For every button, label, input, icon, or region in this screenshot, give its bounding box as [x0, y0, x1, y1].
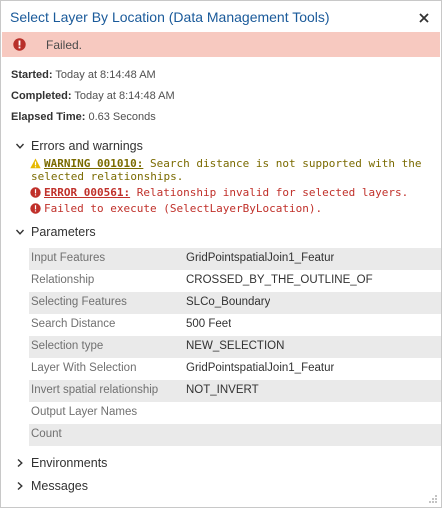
- started-label: Started:: [11, 69, 53, 81]
- completed-label: Completed:: [11, 90, 72, 102]
- chevron-right-icon: [17, 481, 23, 491]
- param-row-output-layer-names: Output Layer Names: [29, 402, 441, 424]
- elapsed-value: 0.63 Seconds: [85, 111, 156, 123]
- error-text: Relationship invalid for selected layers…: [130, 186, 409, 199]
- failed-message: Failed to execute (SelectLayerByLocation…: [44, 202, 323, 215]
- warning-message: WARNING 001010: Search distance is not s…: [44, 157, 422, 170]
- error-code-link[interactable]: ERROR 000561:: [44, 186, 130, 199]
- param-value: GridPointspatialJoin1_Featur: [186, 362, 335, 374]
- param-name: Input Features: [31, 252, 106, 264]
- completed-value: Today at 8:14:48 AM: [71, 90, 175, 102]
- param-value: 500 Feet: [186, 318, 232, 330]
- param-row-layer-with-selection: Layer With Selection GridPointspatialJoi…: [29, 358, 441, 380]
- param-row-relationship: Relationship CROSSED_BY_THE_OUTLINE_OF: [29, 270, 441, 292]
- parameters-table: Input Features GridPointspatialJoin1_Fea…: [29, 248, 441, 446]
- param-name: Count: [31, 428, 62, 440]
- param-row-search-distance: Search Distance 500 Feet: [29, 314, 441, 336]
- param-value: CROSSED_BY_THE_OUTLINE_OF: [186, 274, 373, 286]
- param-name: Selection type: [31, 340, 104, 352]
- elapsed-label: Elapsed Time:: [11, 111, 86, 123]
- param-name: Output Layer Names: [31, 406, 138, 418]
- param-name: Search Distance: [31, 318, 116, 330]
- warning-message-continuation: selected relationships.: [31, 170, 184, 183]
- error-icon: [13, 38, 26, 51]
- param-row-selecting-features: Selecting Features SLCo_Boundary: [29, 292, 441, 314]
- param-value: GridPointspatialJoin1_Featur: [186, 252, 335, 264]
- param-value: NEW_SELECTION: [186, 340, 285, 352]
- errors-section-label: Errors and warnings: [31, 139, 143, 153]
- param-name: Layer With Selection: [31, 362, 137, 374]
- parameters-section-toggle[interactable]: Parameters: [15, 223, 96, 241]
- status-text: Failed.: [46, 38, 83, 52]
- error-message: ERROR 000561: Relationship invalid for s…: [44, 186, 408, 199]
- error-icon: [30, 203, 41, 214]
- status-banner: Failed.: [2, 32, 440, 57]
- window-title: Select Layer By Location (Data Managemen…: [10, 9, 330, 25]
- resize-grip-icon[interactable]: [428, 494, 438, 504]
- param-value: SLCo_Boundary: [186, 296, 271, 308]
- messages-section-label: Messages: [31, 479, 88, 493]
- param-row-count: Count: [29, 424, 441, 446]
- started-line: Started: Today at 8:14:48 AM: [11, 69, 156, 81]
- environments-section-toggle[interactable]: Environments: [15, 454, 107, 472]
- param-row-selection-type: Selection type NEW_SELECTION: [29, 336, 441, 358]
- warning-code-link[interactable]: WARNING 001010:: [44, 157, 143, 170]
- completed-line: Completed: Today at 8:14:48 AM: [11, 90, 175, 102]
- warning-text: Search distance is not supported with th…: [143, 157, 422, 170]
- chevron-right-icon: [17, 458, 23, 468]
- messages-section-toggle[interactable]: Messages: [15, 477, 88, 495]
- warning-icon: [30, 158, 41, 169]
- chevron-down-icon: [15, 229, 25, 235]
- elapsed-line: Elapsed Time: 0.63 Seconds: [11, 111, 156, 123]
- param-name: Invert spatial relationship: [31, 384, 159, 396]
- close-icon: [419, 13, 429, 23]
- chevron-down-icon: [15, 143, 25, 149]
- environments-section-label: Environments: [31, 456, 108, 470]
- error-icon: [30, 187, 41, 198]
- title-bar: Select Layer By Location (Data Managemen…: [1, 1, 441, 34]
- param-row-input-features: Input Features GridPointspatialJoin1_Fea…: [29, 248, 441, 270]
- param-row-invert-spatial-relationship: Invert spatial relationship NOT_INVERT: [29, 380, 441, 402]
- started-value: Today at 8:14:48 AM: [52, 69, 156, 81]
- param-name: Relationship: [31, 274, 95, 286]
- errors-section-toggle[interactable]: Errors and warnings: [15, 137, 143, 155]
- parameters-section-label: Parameters: [31, 225, 96, 239]
- close-button[interactable]: [413, 7, 435, 29]
- param-value: NOT_INVERT: [186, 384, 259, 396]
- param-name: Selecting Features: [31, 296, 127, 308]
- geoprocessing-details-window: Select Layer By Location (Data Managemen…: [0, 0, 442, 508]
